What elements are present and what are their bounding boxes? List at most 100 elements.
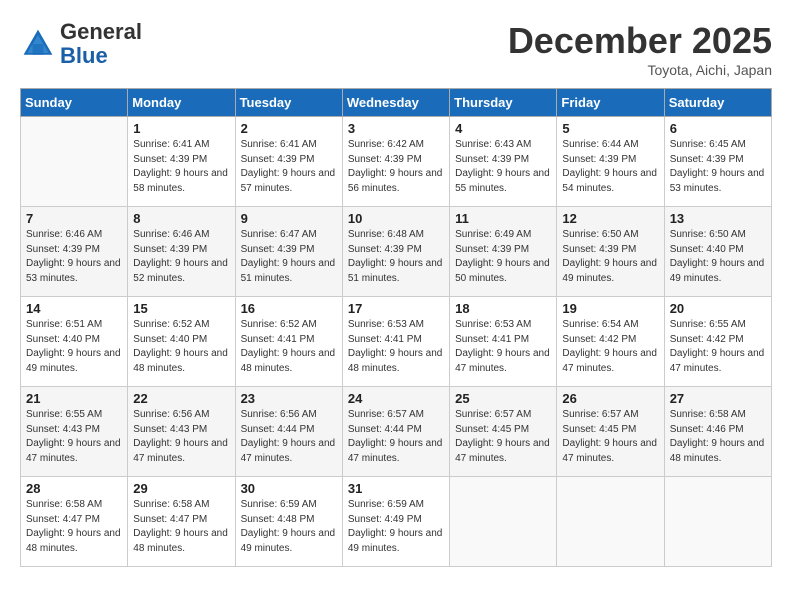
day-info: Sunrise: 6:41 AMSunset: 4:39 PMDaylight:… bbox=[241, 138, 337, 196]
logo-line2: Blue bbox=[60, 43, 108, 68]
day-info: Sunrise: 6:57 AMSunset: 4:45 PMDaylight:… bbox=[455, 408, 551, 466]
day-info: Sunrise: 6:46 AMSunset: 4:39 PMDaylight:… bbox=[26, 228, 122, 286]
day-info: Sunrise: 6:47 AMSunset: 4:39 PMDaylight:… bbox=[241, 228, 337, 286]
day-info: Sunrise: 6:55 AMSunset: 4:43 PMDaylight:… bbox=[26, 408, 122, 466]
calendar-cell: 9 Sunrise: 6:47 AMSunset: 4:39 PMDaylight… bbox=[235, 207, 342, 297]
day-number: 18 bbox=[455, 301, 551, 316]
calendar-cell: 30 Sunrise: 6:59 AMSunset: 4:48 PMDayligh… bbox=[235, 477, 342, 567]
calendar-cell bbox=[450, 477, 557, 567]
day-info: Sunrise: 6:53 AMSunset: 4:41 PMDaylight:… bbox=[348, 318, 444, 376]
calendar-week-row: 1 Sunrise: 6:41 AMSunset: 4:39 PMDaylight… bbox=[21, 117, 772, 207]
calendar-cell: 28 Sunrise: 6:58 AMSunset: 4:47 PMDayligh… bbox=[21, 477, 128, 567]
calendar-cell: 20Sunrise: 6:55 AMSunset: 4:42 PMDayligh… bbox=[664, 297, 771, 387]
day-number: 21 bbox=[26, 391, 122, 406]
day-number: 3 bbox=[348, 121, 444, 136]
day-number: 11 bbox=[455, 211, 551, 226]
day-info: Sunrise: 6:43 AMSunset: 4:39 PMDaylight:… bbox=[455, 138, 551, 196]
day-number: 12 bbox=[562, 211, 658, 226]
day-number: 15 bbox=[133, 301, 229, 316]
calendar-cell: 24Sunrise: 6:57 AMSunset: 4:44 PMDayligh… bbox=[342, 387, 449, 477]
calendar-cell: 21 Sunrise: 6:55 AMSunset: 4:43 PMDayligh… bbox=[21, 387, 128, 477]
logo-icon bbox=[20, 26, 56, 62]
calendar-cell: 27Sunrise: 6:58 AMSunset: 4:46 PMDayligh… bbox=[664, 387, 771, 477]
calendar-cell: 2 Sunrise: 6:41 AMSunset: 4:39 PMDaylight… bbox=[235, 117, 342, 207]
day-info: Sunrise: 6:54 AMSunset: 4:42 PMDaylight:… bbox=[562, 318, 658, 376]
weekday-header-friday: Friday bbox=[557, 89, 664, 117]
day-info: Sunrise: 6:46 AMSunset: 4:39 PMDaylight:… bbox=[133, 228, 229, 286]
day-number: 7 bbox=[26, 211, 122, 226]
calendar-cell: 3 Sunrise: 6:42 AMSunset: 4:39 PMDaylight… bbox=[342, 117, 449, 207]
calendar-cell: 17Sunrise: 6:53 AMSunset: 4:41 PMDayligh… bbox=[342, 297, 449, 387]
day-number: 19 bbox=[562, 301, 658, 316]
day-number: 26 bbox=[562, 391, 658, 406]
day-info: Sunrise: 6:48 AMSunset: 4:39 PMDaylight:… bbox=[348, 228, 444, 286]
day-info: Sunrise: 6:44 AMSunset: 4:39 PMDaylight:… bbox=[562, 138, 658, 196]
month-title: December 2025 bbox=[508, 20, 772, 62]
calendar-week-row: 21 Sunrise: 6:55 AMSunset: 4:43 PMDayligh… bbox=[21, 387, 772, 477]
calendar-cell: 11 Sunrise: 6:49 AMSunset: 4:39 PMDayligh… bbox=[450, 207, 557, 297]
calendar-cell bbox=[21, 117, 128, 207]
calendar-week-row: 14 Sunrise: 6:51 AMSunset: 4:40 PMDayligh… bbox=[21, 297, 772, 387]
calendar-header-row: SundayMondayTuesdayWednesdayThursdayFrid… bbox=[21, 89, 772, 117]
day-info: Sunrise: 6:41 AMSunset: 4:39 PMDaylight:… bbox=[133, 138, 229, 196]
calendar-cell: 13 Sunrise: 6:50 AMSunset: 4:40 PMDayligh… bbox=[664, 207, 771, 297]
calendar-cell: 31Sunrise: 6:59 AMSunset: 4:49 PMDayligh… bbox=[342, 477, 449, 567]
day-number: 8 bbox=[133, 211, 229, 226]
calendar-week-row: 7 Sunrise: 6:46 AMSunset: 4:39 PMDaylight… bbox=[21, 207, 772, 297]
calendar-cell: 6 Sunrise: 6:45 AMSunset: 4:39 PMDaylight… bbox=[664, 117, 771, 207]
day-number: 10 bbox=[348, 211, 444, 226]
day-info: Sunrise: 6:49 AMSunset: 4:39 PMDaylight:… bbox=[455, 228, 551, 286]
calendar-cell: 10 Sunrise: 6:48 AMSunset: 4:39 PMDayligh… bbox=[342, 207, 449, 297]
day-number: 4 bbox=[455, 121, 551, 136]
day-number: 2 bbox=[241, 121, 337, 136]
day-number: 22 bbox=[133, 391, 229, 406]
location-subtitle: Toyota, Aichi, Japan bbox=[508, 62, 772, 78]
day-info: Sunrise: 6:42 AMSunset: 4:39 PMDaylight:… bbox=[348, 138, 444, 196]
weekday-header-thursday: Thursday bbox=[450, 89, 557, 117]
day-number: 29 bbox=[133, 481, 229, 496]
weekday-header-monday: Monday bbox=[128, 89, 235, 117]
weekday-header-saturday: Saturday bbox=[664, 89, 771, 117]
day-info: Sunrise: 6:59 AMSunset: 4:48 PMDaylight:… bbox=[241, 498, 337, 556]
calendar-cell: 18 Sunrise: 6:53 AMSunset: 4:41 PMDayligh… bbox=[450, 297, 557, 387]
day-info: Sunrise: 6:59 AMSunset: 4:49 PMDaylight:… bbox=[348, 498, 444, 556]
day-number: 20 bbox=[670, 301, 766, 316]
day-info: Sunrise: 6:45 AMSunset: 4:39 PMDaylight:… bbox=[670, 138, 766, 196]
logo: General Blue bbox=[20, 20, 142, 68]
calendar-cell: 12Sunrise: 6:50 AMSunset: 4:39 PMDayligh… bbox=[557, 207, 664, 297]
day-number: 25 bbox=[455, 391, 551, 406]
day-number: 14 bbox=[26, 301, 122, 316]
calendar-cell: 25 Sunrise: 6:57 AMSunset: 4:45 PMDayligh… bbox=[450, 387, 557, 477]
day-number: 23 bbox=[241, 391, 337, 406]
calendar-cell: 29Sunrise: 6:58 AMSunset: 4:47 PMDayligh… bbox=[128, 477, 235, 567]
calendar-cell: 14 Sunrise: 6:51 AMSunset: 4:40 PMDayligh… bbox=[21, 297, 128, 387]
calendar-cell: 7 Sunrise: 6:46 AMSunset: 4:39 PMDaylight… bbox=[21, 207, 128, 297]
day-number: 16 bbox=[241, 301, 337, 316]
day-info: Sunrise: 6:56 AMSunset: 4:43 PMDaylight:… bbox=[133, 408, 229, 466]
calendar-cell: 8 Sunrise: 6:46 AMSunset: 4:39 PMDaylight… bbox=[128, 207, 235, 297]
day-number: 6 bbox=[670, 121, 766, 136]
day-info: Sunrise: 6:58 AMSunset: 4:47 PMDaylight:… bbox=[26, 498, 122, 556]
calendar-cell: 23Sunrise: 6:56 AMSunset: 4:44 PMDayligh… bbox=[235, 387, 342, 477]
weekday-header-wednesday: Wednesday bbox=[342, 89, 449, 117]
calendar-week-row: 28 Sunrise: 6:58 AMSunset: 4:47 PMDayligh… bbox=[21, 477, 772, 567]
day-info: Sunrise: 6:50 AMSunset: 4:40 PMDaylight:… bbox=[670, 228, 766, 286]
page-header: General Blue December 2025 Toyota, Aichi… bbox=[20, 20, 772, 78]
day-info: Sunrise: 6:53 AMSunset: 4:41 PMDaylight:… bbox=[455, 318, 551, 376]
day-number: 28 bbox=[26, 481, 122, 496]
day-number: 13 bbox=[670, 211, 766, 226]
day-info: Sunrise: 6:51 AMSunset: 4:40 PMDaylight:… bbox=[26, 318, 122, 376]
calendar-cell bbox=[557, 477, 664, 567]
day-number: 9 bbox=[241, 211, 337, 226]
weekday-header-sunday: Sunday bbox=[21, 89, 128, 117]
calendar-cell: 22 Sunrise: 6:56 AMSunset: 4:43 PMDayligh… bbox=[128, 387, 235, 477]
day-info: Sunrise: 6:58 AMSunset: 4:46 PMDaylight:… bbox=[670, 408, 766, 466]
calendar-cell: 19 Sunrise: 6:54 AMSunset: 4:42 PMDayligh… bbox=[557, 297, 664, 387]
day-number: 30 bbox=[241, 481, 337, 496]
calendar-cell: 15 Sunrise: 6:52 AMSunset: 4:40 PMDayligh… bbox=[128, 297, 235, 387]
day-number: 5 bbox=[562, 121, 658, 136]
day-info: Sunrise: 6:52 AMSunset: 4:40 PMDaylight:… bbox=[133, 318, 229, 376]
day-number: 1 bbox=[133, 121, 229, 136]
calendar-table: SundayMondayTuesdayWednesdayThursdayFrid… bbox=[20, 88, 772, 567]
logo-text: General Blue bbox=[60, 20, 142, 68]
